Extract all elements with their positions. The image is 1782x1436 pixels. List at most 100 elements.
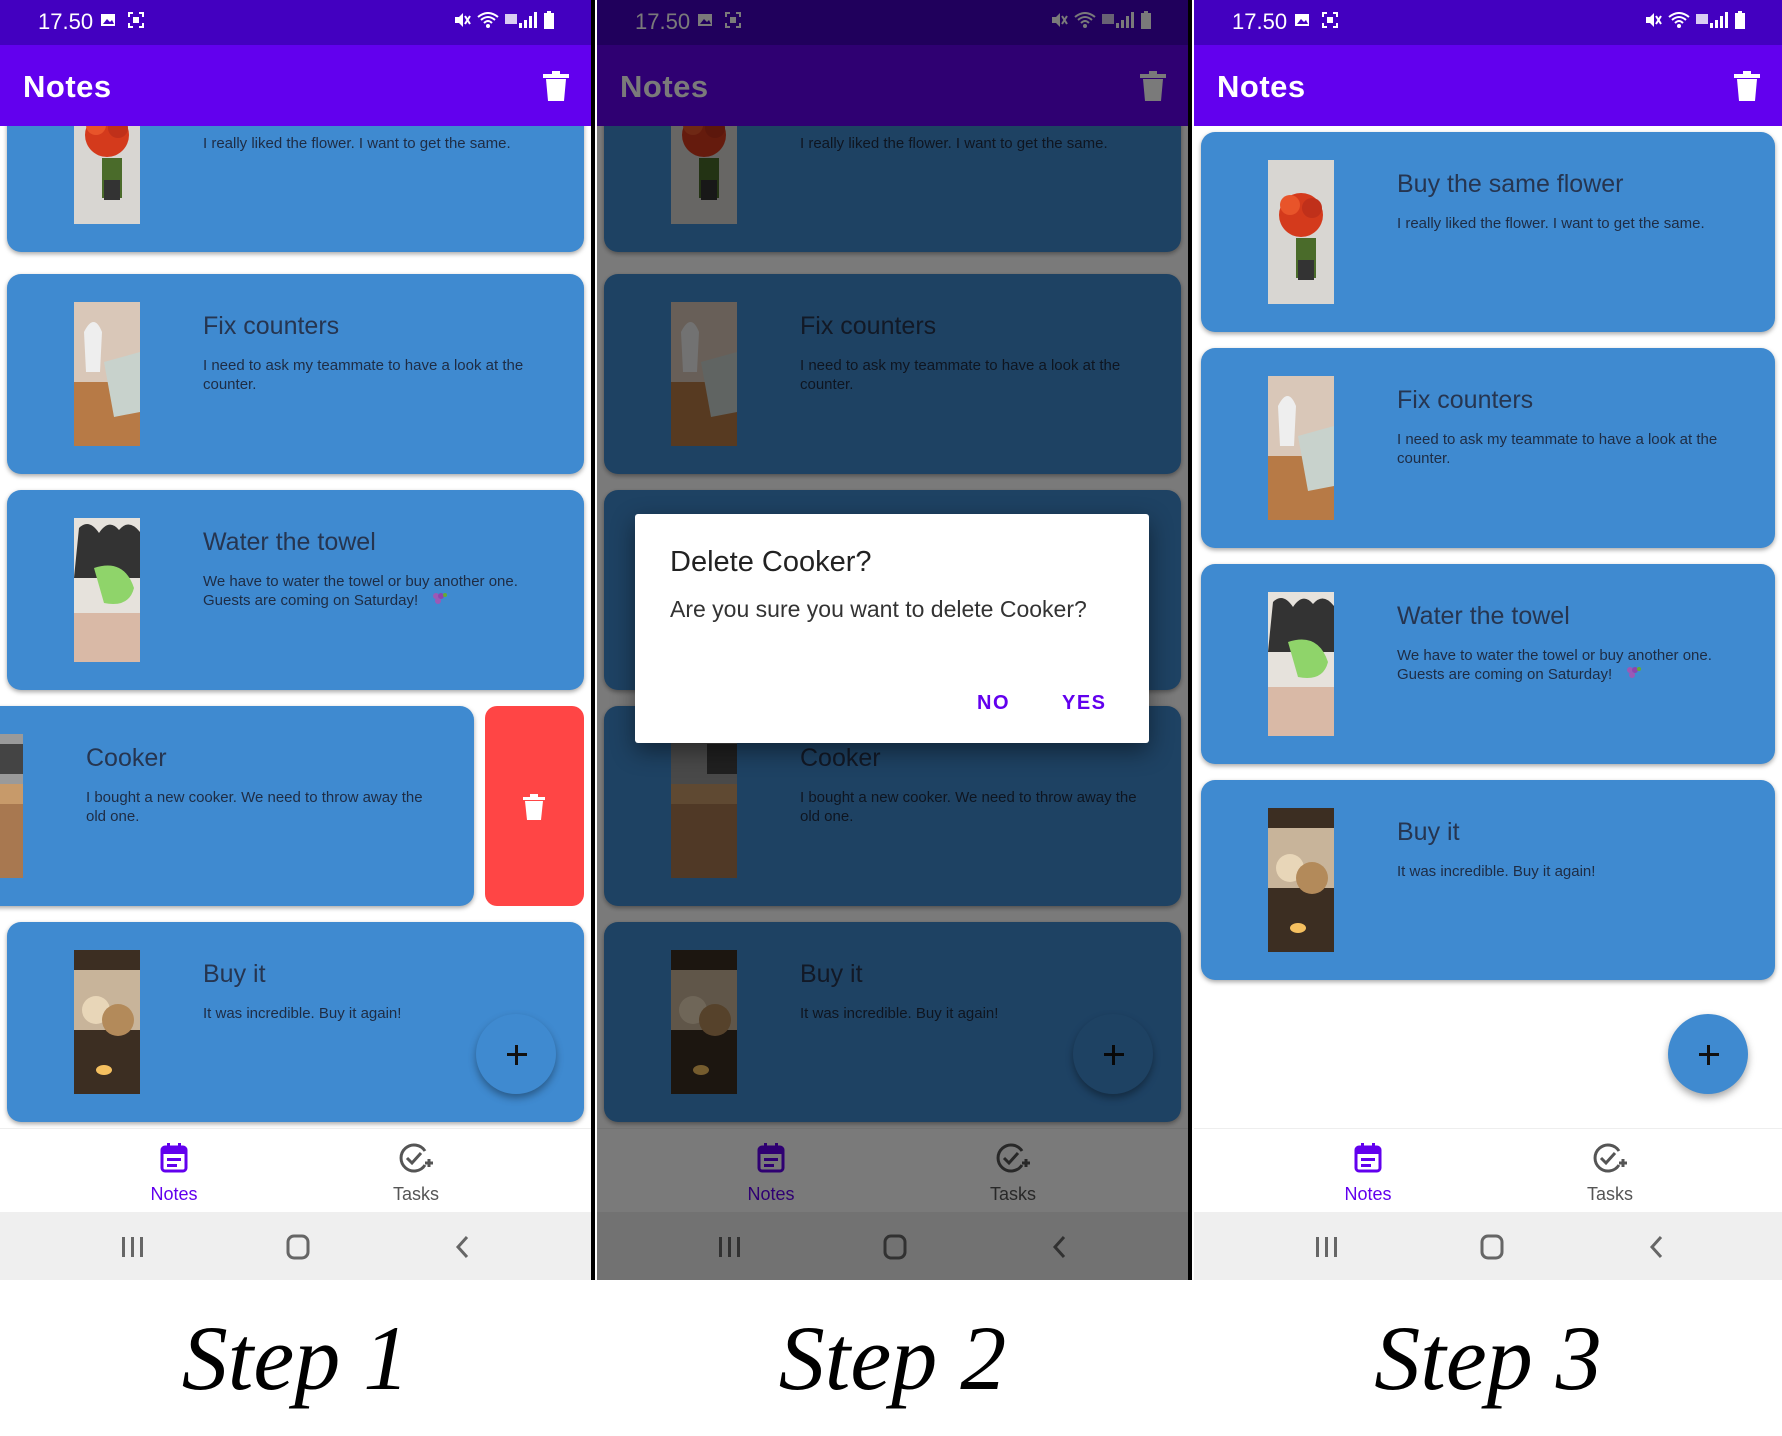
home-icon[interactable]: [283, 1234, 313, 1260]
signal-icon: [1696, 12, 1728, 28]
notes-nav-icon: [1354, 1143, 1382, 1173]
nav-tasks-label: Tasks: [392, 1184, 439, 1204]
note-image: [74, 950, 140, 1094]
step1-caption: Step 1: [181, 1307, 410, 1409]
note-image: [74, 302, 140, 446]
note-body: I really liked the flower. I want to get…: [203, 135, 511, 152]
note-card[interactable]: Buy the same flower I really liked the f…: [7, 126, 584, 252]
counter-photo: [1268, 376, 1334, 520]
note-title: Water the towel: [1397, 602, 1570, 630]
note-card-cooker[interactable]: Cooker I bought a new cooker. We need to…: [0, 706, 474, 906]
nav-notes[interactable]: Notes: [1308, 1143, 1428, 1205]
nav-notes[interactable]: Notes: [114, 1143, 234, 1205]
note-card[interactable]: Fix counters I need to ask my teammate t…: [1201, 348, 1775, 548]
tasks-nav-icon: [1593, 1143, 1627, 1173]
note-body: I really liked the flower. I want to get…: [1397, 215, 1705, 232]
trash-icon: [523, 794, 545, 820]
back-icon[interactable]: [1643, 1234, 1673, 1260]
note-image: [74, 126, 140, 224]
app-title: Notes: [23, 69, 112, 104]
step1-screen: 17.50 Notes Buy the same flower I really…: [0, 0, 591, 1280]
wifi-icon: [1668, 12, 1690, 28]
cooker-photo: [0, 734, 23, 878]
wifi-icon: [477, 12, 499, 28]
bottom-nav: Notes Tasks: [1194, 1128, 1782, 1213]
home-icon[interactable]: [1477, 1234, 1507, 1260]
status-bar: 17.50: [0, 0, 591, 45]
note-card[interactable]: Water the towel We have to water the tow…: [1201, 564, 1775, 764]
recents-icon[interactable]: [1312, 1234, 1342, 1260]
trash-icon[interactable]: [1734, 71, 1760, 101]
step2-screen: 17.50 Notes Buy the same flower I really…: [597, 0, 1188, 1280]
delete-dialog: Delete Cooker? Are you sure you want to …: [635, 514, 1149, 743]
step2-caption: Step 2: [778, 1307, 1007, 1409]
nav-notes-label: Notes: [1344, 1184, 1392, 1204]
mute-icon: [1646, 13, 1662, 27]
note-title: Water the towel: [203, 528, 376, 556]
step3-screen: 17.50 Notes Buy the same flower I really…: [1194, 0, 1782, 1280]
food-photo: [1268, 808, 1334, 952]
nav-tasks[interactable]: Tasks: [1550, 1143, 1670, 1205]
dialog-yes-button[interactable]: YES: [1062, 692, 1107, 715]
note-card[interactable]: Buy it It was incredible. Buy it again!: [1201, 780, 1775, 980]
note-title: Buy it: [1397, 818, 1460, 846]
notes-list: Buy the same flower I really liked the f…: [1194, 126, 1782, 1128]
battery-icon: [544, 11, 554, 29]
back-icon[interactable]: [449, 1234, 479, 1260]
gallery-icon: [101, 14, 115, 26]
note-title: Buy the same flower: [1397, 170, 1624, 198]
trash-icon[interactable]: [543, 71, 569, 101]
status-time: 17.50: [38, 9, 94, 34]
food-photo: [74, 950, 140, 1094]
nav-notes-label: Notes: [150, 1184, 198, 1204]
add-note-fab[interactable]: [1668, 1014, 1748, 1094]
flower-photo: [74, 126, 140, 224]
dialog-no-button[interactable]: NO: [977, 692, 1010, 715]
nav-tasks[interactable]: Tasks: [356, 1143, 476, 1205]
status-time: 17.50: [1232, 9, 1288, 34]
swipe-delete-button[interactable]: [485, 706, 584, 906]
note-body: We have to water the towel or buy anothe…: [203, 573, 518, 609]
note-card[interactable]: Water the towel We have to water the tow…: [7, 490, 584, 690]
flower-photo: [1268, 160, 1334, 304]
note-image: [1268, 160, 1334, 304]
nav-tasks-label: Tasks: [1586, 1184, 1633, 1204]
step-divider: [591, 0, 595, 1280]
note-image: [0, 734, 23, 878]
note-image: [1268, 808, 1334, 952]
add-note-fab[interactable]: [476, 1014, 556, 1094]
note-image: [74, 518, 140, 662]
system-nav-bar: [0, 1212, 591, 1280]
note-card[interactable]: Buy the same flower I really liked the f…: [1201, 132, 1775, 332]
app-title: Notes: [1217, 69, 1306, 104]
app-bar: Notes: [0, 45, 591, 126]
note-body: It was incredible. Buy it again!: [1397, 863, 1596, 880]
app-bar: Notes: [1194, 45, 1782, 126]
note-image: [1268, 376, 1334, 520]
tasks-nav-icon: [399, 1143, 433, 1173]
mute-icon: [455, 13, 471, 27]
notes-list: Buy the same flower I really liked the f…: [0, 126, 591, 1128]
signal-icon: [505, 12, 537, 28]
dialog-title: Delete Cooker?: [670, 546, 872, 578]
counter-photo: [74, 302, 140, 446]
note-image: [1268, 592, 1334, 736]
towel-photo: [74, 518, 140, 662]
battery-icon: [1735, 11, 1745, 29]
note-title: Fix counters: [203, 312, 340, 340]
towel-photo: [1268, 592, 1334, 736]
gallery-icon: [1295, 14, 1309, 26]
note-body: We have to water the towel or buy anothe…: [1397, 647, 1712, 683]
recents-icon[interactable]: [118, 1234, 148, 1260]
note-card[interactable]: Fix counters I need to ask my teammate t…: [7, 274, 584, 474]
screenshot-icon: [1322, 12, 1338, 28]
note-body: I need to ask my teammate to have a look…: [203, 357, 524, 393]
notes-nav-icon: [160, 1143, 188, 1173]
step3-caption: Step 3: [1374, 1307, 1602, 1409]
note-body: It was incredible. Buy it again!: [203, 1005, 402, 1022]
system-nav-bar: [1194, 1212, 1782, 1280]
bottom-nav: Notes Tasks: [0, 1128, 591, 1213]
note-body: I bought a new cooker. We need to throw …: [86, 789, 423, 825]
grapes-emoji: [1627, 667, 1641, 678]
status-bar: 17.50: [1194, 0, 1782, 45]
